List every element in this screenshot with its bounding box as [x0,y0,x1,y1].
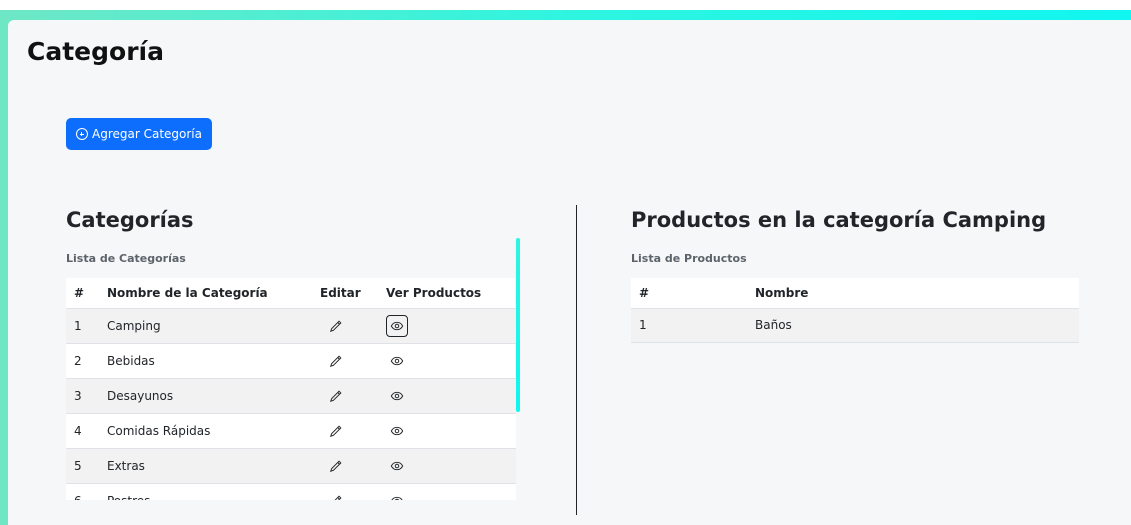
categories-scrollbar[interactable] [516,238,520,412]
add-category-button[interactable]: Agregar Categoría [66,118,212,150]
products-table-container: # Nombre 1 Baños [631,278,1079,343]
table-row: 6Postres [66,482,516,500]
row-num: 2 [66,342,99,378]
section-divider [576,205,577,515]
row-num: 1 [631,307,747,343]
edit-button[interactable] [325,315,347,337]
table-header-row: # Nombre de la Categoría Editar Ver Prod… [66,278,516,308]
row-view-cell [378,342,516,378]
pencil-icon [329,494,343,500]
header-view-products: Ver Productos [378,278,516,308]
row-num: 1 [66,307,99,343]
row-num: 4 [66,412,99,448]
pencil-icon [329,459,343,473]
edit-button[interactable] [325,455,347,477]
row-edit-cell [312,447,378,483]
table-header-row: # Nombre [631,278,1079,308]
view-products-button[interactable] [386,385,408,407]
categories-title: Categorías [66,208,194,232]
eye-icon [390,494,404,500]
categories-subtitle: Lista de Categorías [66,252,186,265]
categories-table-container[interactable]: # Nombre de la Categoría Editar Ver Prod… [66,278,516,500]
row-edit-cell [312,412,378,448]
row-category-name: Extras [99,447,312,483]
table-row: 2 Bebidas [66,342,516,378]
row-category-name: Comidas Rápidas [99,412,312,448]
row-num: 6 [66,482,99,500]
row-product-name: Baños [747,307,1079,343]
page-title: Categoría [27,37,164,66]
row-category-name: Camping [99,307,312,343]
row-view-cell [378,447,516,483]
table-row: 4 Comidas Rápidas [66,412,516,448]
view-products-button[interactable] [386,490,408,500]
row-edit-cell [312,482,378,500]
view-products-button[interactable] [386,455,408,477]
top-strip [0,0,1131,10]
eye-icon [390,459,404,473]
eye-icon [390,319,404,333]
row-view-cell [378,307,516,343]
table-row: 1 Baños [631,307,1079,343]
pencil-icon [329,389,343,403]
pencil-icon [329,424,343,438]
main-panel: Categoría Agregar Categoría Categorías L… [8,20,1131,525]
edit-button[interactable] [325,350,347,372]
row-category-name: Desayunos [99,377,312,413]
row-edit-cell [312,307,378,343]
edit-button[interactable] [325,490,347,500]
row-edit-cell [312,342,378,378]
header-name: Nombre de la Categoría [99,278,312,308]
header-num: # [631,278,747,308]
pencil-icon [329,354,343,368]
table-row: 1 Camping [66,307,516,343]
header-name: Nombre [747,278,1079,308]
row-category-name: Bebidas [99,342,312,378]
categories-table: # Nombre de la Categoría Editar Ver Prod… [66,278,516,500]
edit-button[interactable] [325,385,347,407]
header-num: # [66,278,99,308]
row-edit-cell [312,377,378,413]
table-row: 5 Extras [66,447,516,483]
row-view-cell [378,412,516,448]
table-row: 3 Desayunos [66,377,516,413]
view-products-button[interactable] [386,420,408,442]
add-category-label: Agregar Categoría [92,127,202,141]
row-num: 5 [66,447,99,483]
header-edit: Editar [312,278,378,308]
pencil-icon [329,319,343,333]
products-table: # Nombre 1 Baños [631,278,1079,343]
plus-circle-icon [76,128,88,140]
eye-icon [390,424,404,438]
eye-icon [390,354,404,368]
eye-icon [390,389,404,403]
row-view-cell [378,377,516,413]
row-category-name: Postres [99,482,312,500]
view-products-button[interactable] [386,350,408,372]
products-subtitle: Lista de Productos [631,252,747,265]
row-view-cell [378,482,516,500]
products-title: Productos en la categoría Camping [631,208,1047,232]
view-products-button[interactable] [386,314,408,337]
row-num: 3 [66,377,99,413]
edit-button[interactable] [325,420,347,442]
